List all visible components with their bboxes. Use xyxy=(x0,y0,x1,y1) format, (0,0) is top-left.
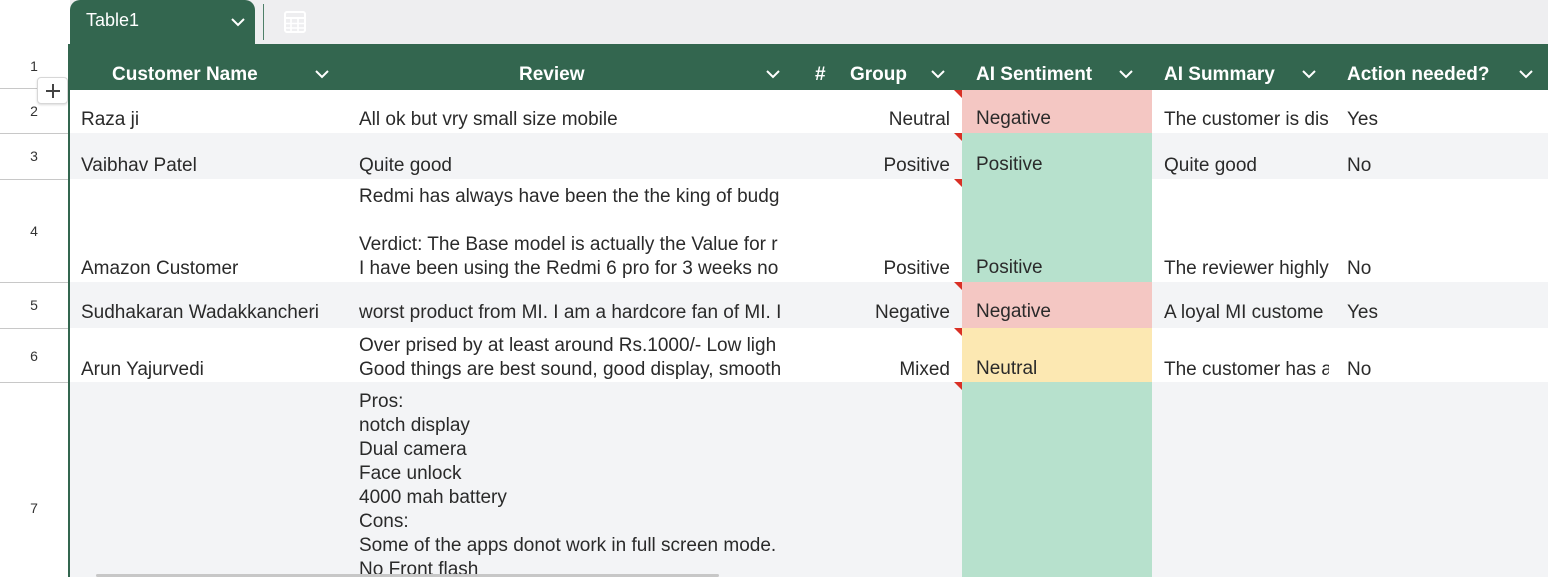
action-needed-cell[interactable]: No xyxy=(1347,358,1537,382)
column-header-row: Customer Name Review # Group AI Sentimen… xyxy=(70,44,1548,90)
ai-sentiment-cell[interactable] xyxy=(962,382,1152,577)
sentiment-value: Neutral xyxy=(976,358,1038,379)
row-separator xyxy=(0,133,68,134)
group-cell[interactable]: Mixed xyxy=(790,358,950,382)
chevron-down-icon[interactable] xyxy=(929,65,947,83)
table-tab[interactable]: Table1 xyxy=(70,0,306,44)
table-row[interactable]: Pros: notch display Dual camera Face unl… xyxy=(70,382,1548,577)
column-label: AI Summary xyxy=(1164,64,1275,85)
row-separator xyxy=(0,282,68,283)
ai-summary-cell[interactable]: Quite good xyxy=(1164,154,1329,178)
action-needed-cell[interactable]: Yes xyxy=(1347,301,1537,325)
ai-sentiment-cell[interactable]: Positive xyxy=(962,179,1152,282)
action-needed-cell[interactable]: No xyxy=(1347,154,1537,178)
ai-sentiment-cell[interactable]: Negative xyxy=(962,282,1152,328)
row-separator xyxy=(0,179,68,180)
row-number[interactable]: 4 xyxy=(0,223,68,239)
group-cell[interactable]: Positive xyxy=(790,154,950,178)
row-number[interactable]: 3 xyxy=(0,148,68,164)
chevron-down-icon[interactable] xyxy=(1300,65,1318,83)
table-name[interactable]: Table1 xyxy=(86,10,139,31)
customer-name-cell[interactable]: Arun Yajurvedi xyxy=(81,358,343,382)
tab-divider xyxy=(263,4,264,40)
column-header-ai-summary[interactable]: AI Summary xyxy=(1152,44,1335,90)
chevron-down-icon[interactable] xyxy=(228,12,248,32)
ai-summary-cell[interactable]: The customer has a xyxy=(1164,358,1329,382)
add-row-button[interactable] xyxy=(37,77,68,104)
table-row[interactable]: Sudhakaran Wadakkancheri worst product f… xyxy=(70,282,1548,328)
chevron-down-icon[interactable] xyxy=(1117,65,1135,83)
action-needed-cell[interactable]: Yes xyxy=(1347,108,1537,132)
comment-indicator xyxy=(954,382,962,390)
column-label: Review xyxy=(519,64,585,85)
row-separator xyxy=(0,382,68,383)
review-cell[interactable]: Over prised by at least around Rs.1000/-… xyxy=(359,334,799,382)
ai-summary-cell[interactable]: The reviewer highly xyxy=(1164,257,1329,281)
table-row[interactable]: Raza ji All ok but vry small size mobile… xyxy=(70,90,1548,133)
customer-name-cell[interactable]: Vaibhav Patel xyxy=(81,154,343,178)
review-cell[interactable]: Redmi has always have been the the king … xyxy=(359,185,799,281)
comment-indicator xyxy=(954,282,962,290)
ai-summary-cell[interactable]: The customer is dis xyxy=(1164,108,1329,132)
table-row[interactable]: Vaibhav Patel Quite good Positive Positi… xyxy=(70,133,1548,179)
column-header-group[interactable]: # Group xyxy=(790,44,962,90)
column-header-ai-sentiment[interactable]: AI Sentiment xyxy=(962,44,1152,90)
review-cell[interactable]: Quite good xyxy=(359,154,799,178)
row-separator xyxy=(0,328,68,329)
comment-indicator xyxy=(954,133,962,141)
column-header-action-needed[interactable]: Action needed? xyxy=(1335,44,1548,90)
ai-summary-cell[interactable]: A loyal MI custome xyxy=(1164,301,1329,325)
group-cell[interactable]: Neutral xyxy=(790,108,950,132)
sentiment-value: Positive xyxy=(976,257,1043,278)
customer-name-cell[interactable]: Amazon Customer xyxy=(81,257,343,281)
ai-sentiment-cell[interactable]: Positive xyxy=(962,133,1152,179)
chevron-down-icon[interactable] xyxy=(764,65,782,83)
ai-sentiment-cell[interactable]: Negative xyxy=(962,90,1152,133)
action-needed-cell[interactable]: No xyxy=(1347,257,1537,281)
column-label: Action needed? xyxy=(1347,64,1490,85)
row-number[interactable]: 7 xyxy=(0,500,68,516)
column-header-review[interactable]: Review xyxy=(350,44,790,90)
column-label: Group xyxy=(850,64,907,85)
review-cell[interactable]: All ok but vry small size mobile xyxy=(359,108,799,132)
row-number[interactable]: 1 xyxy=(0,58,68,74)
sentiment-value: Negative xyxy=(976,108,1051,129)
chevron-down-icon[interactable] xyxy=(1517,65,1535,83)
column-header-customer-name[interactable]: Customer Name xyxy=(70,44,350,90)
chevron-down-icon[interactable] xyxy=(313,65,331,83)
ai-sentiment-cell[interactable]: Neutral xyxy=(962,328,1152,382)
group-cell[interactable]: Positive xyxy=(790,257,950,281)
sentiment-value: Negative xyxy=(976,301,1051,322)
sentiment-value: Positive xyxy=(976,154,1043,175)
customer-name-cell[interactable]: Sudhakaran Wadakkancheri xyxy=(81,301,343,325)
review-cell[interactable]: Pros: notch display Dual camera Face unl… xyxy=(359,390,799,577)
plus-icon xyxy=(46,84,60,98)
row-number[interactable]: 5 xyxy=(0,297,68,313)
column-label: Customer Name xyxy=(112,64,258,85)
table-view-icon[interactable] xyxy=(282,9,308,35)
comment-indicator xyxy=(954,328,962,336)
row-number[interactable]: 2 xyxy=(0,103,68,119)
comment-indicator xyxy=(954,179,962,187)
review-cell[interactable]: worst product from MI. I am a hardcore f… xyxy=(359,301,799,325)
row-number[interactable]: 6 xyxy=(0,348,68,364)
table-row[interactable]: Amazon Customer Redmi has always have be… xyxy=(70,179,1548,282)
table-row[interactable]: Arun Yajurvedi Over prised by at least a… xyxy=(70,328,1548,382)
tab-bar-spacer xyxy=(0,0,70,44)
comment-indicator xyxy=(954,90,962,98)
group-cell[interactable]: Negative xyxy=(790,301,950,325)
number-type-icon: # xyxy=(815,64,826,85)
customer-name-cell[interactable]: Raza ji xyxy=(81,108,343,132)
column-label: AI Sentiment xyxy=(976,64,1093,85)
